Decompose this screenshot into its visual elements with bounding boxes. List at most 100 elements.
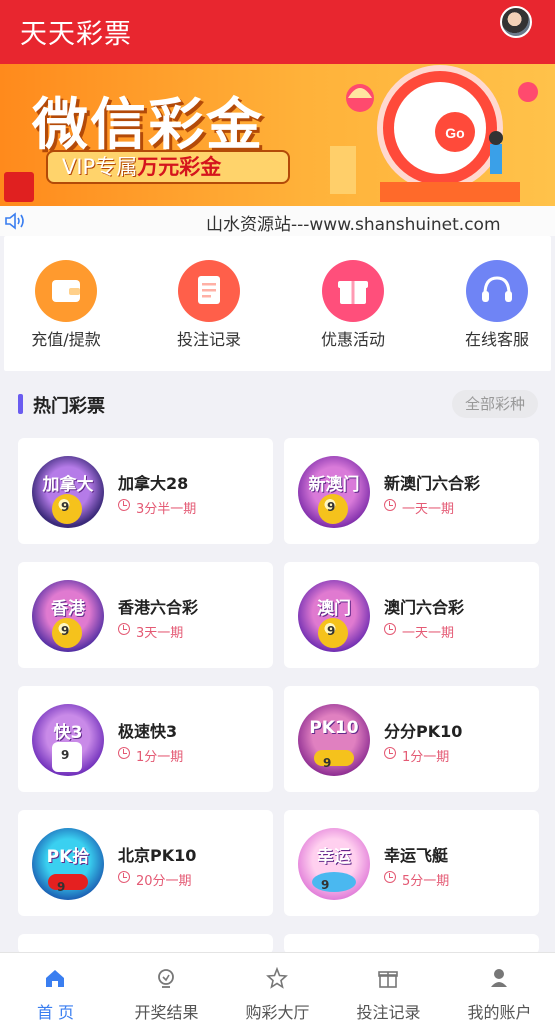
tab-label: 首 页 [36,1003,75,1022]
lottery-name: 分分PK10 [384,722,463,741]
home-icon [46,970,64,987]
lottery-logo: PK10 [298,704,370,776]
quick-action-bet-records[interactable]: 投注记录 [149,260,269,350]
lottery-name: 澳门六合彩 [384,598,465,617]
lottery-card[interactable]: 澳门 澳门六合彩 一天一期 [284,562,539,668]
clock-icon [384,747,396,759]
lottery-card[interactable]: PK拾 北京PK10 20分一期 [18,810,273,916]
logo-text: PK拾 [46,847,90,867]
lottery-name: 新澳门六合彩 [384,474,481,493]
lottery-logo: 香港 [32,580,104,652]
lottery-logo: 幸运 [298,828,370,900]
section-bar [18,394,23,414]
lottery-name: 幸运飞艇 [384,846,449,865]
banner-pill: VIP专属万元彩金 [46,150,290,184]
tab-bet-records[interactable]: 投注记录 [333,953,444,1024]
hot-lottery-header: 热门彩票 全部彩种 [0,386,555,426]
quick-action-support[interactable]: 在线客服 [437,260,555,350]
lottery-name: 北京PK10 [118,846,197,865]
banner-headline: 微信彩金 [32,93,264,158]
app-title: 天天彩票 [20,19,132,50]
all-lotteries-button[interactable]: 全部彩种 [452,390,538,418]
gift-icon [378,971,398,988]
tab-results[interactable]: 开奖结果 [111,953,222,1024]
clock-icon [384,871,396,883]
lottery-card-partial[interactable] [18,934,273,954]
logo-text: 加拿大 [42,475,94,495]
lottery-period: 5分一期 [402,874,450,889]
banner-pill-highlight: 万元彩金 [137,155,222,179]
notice-text: 山水资源站---www.shanshuinet.com [206,215,501,235]
tab-home[interactable]: 首 页 [0,953,111,1024]
lottery-card-partial[interactable] [284,934,539,954]
wheel-go-label: Go [445,125,464,141]
speaker-icon [5,212,24,230]
lottery-card[interactable]: 幸运 幸运飞艇 5分一期 [284,810,539,916]
app-header: 天天彩票 [0,0,555,64]
trophy-icon [158,969,174,988]
lottery-period: 一天一期 [402,502,455,517]
logo-text: 快3 [53,723,83,743]
tab-label: 开奖结果 [134,1003,199,1022]
promo-banner[interactable]: Go 微信彩金 VIP专属万元彩金 [0,64,555,206]
lottery-logo: 澳门 [298,580,370,652]
logo-text: 幸运 [317,847,351,867]
avatar[interactable] [500,6,532,38]
quick-action-label: 在线客服 [464,330,529,349]
lottery-period: 一天一期 [402,626,455,641]
wallet-icon [35,260,97,322]
lottery-name: 香港六合彩 [118,598,199,617]
airship-icon [312,872,356,894]
lottery-period: 1分一期 [136,750,184,765]
lottery-card[interactable]: PK10 分分PK10 1分一期 [284,686,539,792]
dice-icon [52,742,82,772]
quick-action-recharge[interactable]: 充值/提款 [6,260,126,350]
lottery-period: 1分一期 [402,750,450,765]
ball-icon [52,494,82,524]
star-icon [266,967,288,989]
lottery-logo: PK拾 [32,828,104,900]
lottery-logo: 新澳门 [298,456,370,528]
banner-pill-prefix: VIP专属 [62,155,138,179]
clock-icon [118,623,130,635]
tab-lottery-hall[interactable]: 购彩大厅 [222,953,333,1024]
lottery-card[interactable]: 加拿大 加拿大28 3分半一期 [18,438,273,544]
section-title: 热门彩票 [33,396,105,417]
ball-icon [318,618,348,648]
lottery-card[interactable]: 香港 香港六合彩 3天一期 [18,562,273,668]
headset-icon [466,260,528,322]
lottery-name: 加拿大28 [118,474,189,493]
quick-action-label: 充值/提款 [31,330,101,349]
lottery-period: 3天一期 [136,626,184,641]
clock-icon [118,747,130,759]
lottery-logo: 快3 [32,704,104,776]
notice-bar: 山水资源站---www.shanshuinet.com [0,206,555,236]
clock-icon [118,499,130,511]
car-icon [48,874,88,896]
quick-action-label: 优惠活动 [320,330,385,349]
quick-actions: 充值/提款 投注记录 优惠活动 在线客服 [4,236,551,371]
tab-my-account[interactable]: 我的账户 [444,953,555,1024]
quick-action-label: 投注记录 [176,330,241,349]
tab-label: 购彩大厅 [245,1003,310,1022]
clock-icon [384,499,396,511]
logo-text: 澳门 [317,599,351,619]
logo-text: PK10 [309,718,359,738]
ball-icon [52,618,82,648]
lottery-period: 20分一期 [136,874,192,889]
quick-action-promotions[interactable]: 优惠活动 [293,260,413,350]
bottom-tab-bar: 首 页 开奖结果 购彩大厅 投注记录 我的账户 [0,952,555,1024]
lottery-period: 3分半一期 [136,502,197,517]
tab-label: 我的账户 [467,1003,532,1022]
lottery-name: 极速快3 [118,722,178,741]
gift-icon [322,260,384,322]
logo-text: 香港 [51,599,85,619]
tab-label: 投注记录 [356,1003,421,1022]
lottery-card[interactable]: 新澳门 新澳门六合彩 一天一期 [284,438,539,544]
car-icon [314,750,354,772]
lottery-card[interactable]: 快3 极速快3 1分一期 [18,686,273,792]
logo-text: 新澳门 [308,475,360,495]
lottery-logo: 加拿大 [32,456,104,528]
ball-icon [318,494,348,524]
user-icon [491,969,507,987]
